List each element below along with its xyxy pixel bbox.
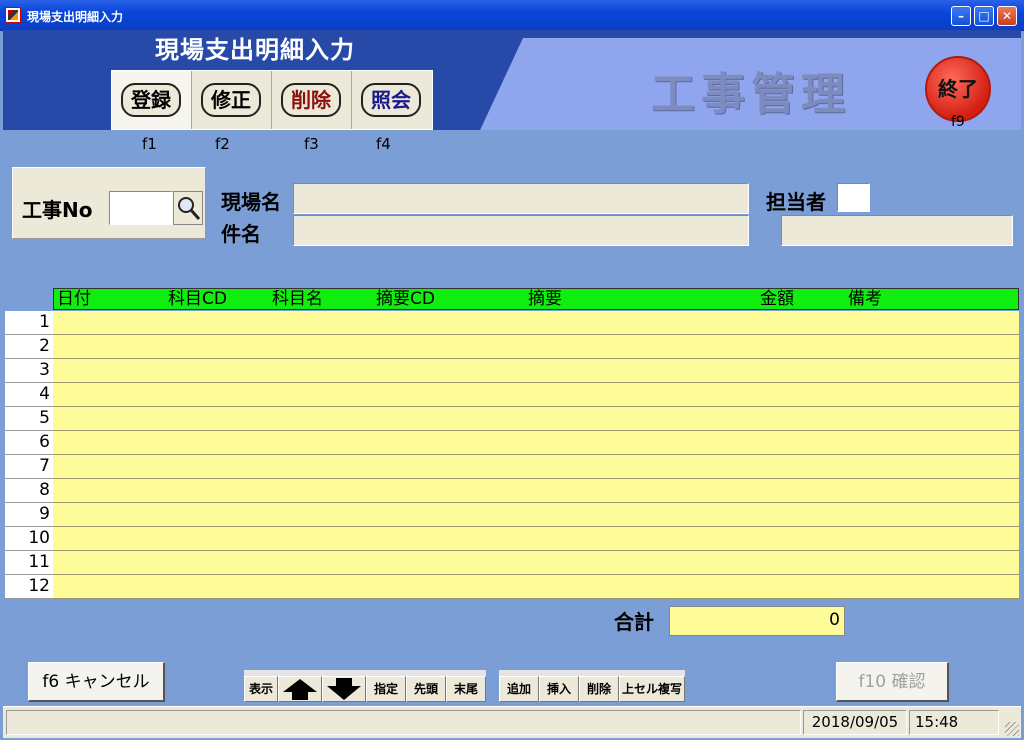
row-number: 9 xyxy=(5,503,53,527)
table-row[interactable] xyxy=(53,527,1019,551)
row-number: 11 xyxy=(5,551,53,575)
table-row[interactable] xyxy=(53,431,1019,455)
table-row[interactable] xyxy=(53,383,1019,407)
row-number: 6 xyxy=(5,431,53,455)
tanto-label: 担当者 xyxy=(766,190,826,214)
koji-no-panel: 工事No xyxy=(12,167,206,239)
inquiry-label: 照会 xyxy=(361,83,421,117)
search-icon xyxy=(178,197,201,220)
tanto-code-input[interactable] xyxy=(837,183,870,212)
row-number: 10 xyxy=(5,527,53,551)
close-button[interactable]: ✕ xyxy=(997,6,1017,26)
col-remarks: 備考 xyxy=(848,289,882,309)
modify-button[interactable]: 修正 xyxy=(192,71,272,129)
brand-logo-text: 工事管理 xyxy=(651,69,851,120)
move-down-button[interactable] xyxy=(322,676,366,702)
row-number: 5 xyxy=(5,407,53,431)
col-kamoku-name: 科目名 xyxy=(272,289,323,309)
kenmei-field xyxy=(293,215,749,246)
title-bar: 現場支出明細入力 – □ ✕ xyxy=(0,0,1024,31)
first-button[interactable]: 先頭 xyxy=(406,676,446,702)
fkey-f3: f3 xyxy=(304,135,319,153)
status-time: 15:48 xyxy=(909,710,999,735)
maximize-button[interactable]: □ xyxy=(974,6,994,26)
fkey-f9: f9 xyxy=(951,114,965,130)
move-up-button[interactable] xyxy=(278,676,322,702)
row-number: 4 xyxy=(5,383,53,407)
col-date: 日付 xyxy=(57,289,91,309)
genba-name-field xyxy=(293,183,749,214)
status-message-panel xyxy=(6,710,801,735)
row-number: 3 xyxy=(5,359,53,383)
table-row[interactable] xyxy=(53,503,1019,527)
arrow-up-icon xyxy=(283,679,317,700)
register-label: 登録 xyxy=(121,83,181,117)
insert-row-button[interactable]: 挿入 xyxy=(539,676,579,702)
table-row[interactable] xyxy=(53,335,1019,359)
status-date: 2018/09/05 xyxy=(803,710,907,735)
col-tekiyo-cd: 摘要CD xyxy=(376,289,435,309)
specify-button[interactable]: 指定 xyxy=(366,676,406,702)
row-number: 12 xyxy=(5,575,53,599)
navigation-toolbar: 表示 指定 先頭 末尾 xyxy=(244,670,486,702)
table-row[interactable] xyxy=(53,575,1019,599)
col-kamoku-cd: 科目CD xyxy=(168,289,227,309)
total-label: 合計 xyxy=(614,610,654,634)
grid-header: 日付 科目CD 科目名 摘要CD 摘要 金額 備考 xyxy=(53,288,1019,310)
col-amount: 金額 xyxy=(760,289,794,309)
minimize-button[interactable]: – xyxy=(951,6,971,26)
row-number: 2 xyxy=(5,335,53,359)
tanto-name-field xyxy=(781,215,1013,246)
confirm-button[interactable]: f10 確認 xyxy=(836,662,949,702)
copy-above-button[interactable]: 上セル複写 xyxy=(619,676,685,702)
delete-button[interactable]: 削除 xyxy=(272,71,352,129)
resize-grip[interactable] xyxy=(1005,722,1019,736)
register-button[interactable]: 登録 xyxy=(112,71,192,129)
koji-no-input[interactable] xyxy=(109,191,173,225)
last-button[interactable]: 末尾 xyxy=(446,676,486,702)
row-number: 1 xyxy=(5,311,53,335)
table-row[interactable] xyxy=(53,455,1019,479)
app-icon xyxy=(5,7,21,23)
page-title: 現場支出明細入力 xyxy=(155,36,355,64)
table-row[interactable] xyxy=(53,359,1019,383)
status-bar: 2018/09/05 15:48 xyxy=(3,706,1021,738)
header-band: 現場支出明細入力 登録 修正 削除 照会 工事管理 終了 xyxy=(3,30,1021,130)
row-number: 8 xyxy=(5,479,53,503)
application-window: 現場支出明細入力 – □ ✕ 現場支出明細入力 登録 修正 削除 照会 工事管理… xyxy=(0,0,1024,740)
modify-label: 修正 xyxy=(201,83,261,117)
table-row[interactable] xyxy=(53,311,1019,335)
main-toolbar: 登録 修正 削除 照会 xyxy=(111,70,433,130)
genba-label: 現場名 xyxy=(221,190,281,214)
col-tekiyo: 摘要 xyxy=(528,289,562,309)
kenmei-label: 件名 xyxy=(221,222,261,246)
row-number: 7 xyxy=(5,455,53,479)
cancel-button[interactable]: f6 キャンセル xyxy=(28,662,165,702)
add-row-button[interactable]: 追加 xyxy=(499,676,539,702)
fkey-f2: f2 xyxy=(215,135,230,153)
window-title: 現場支出明細入力 xyxy=(27,10,124,24)
row-edit-toolbar: 追加 挿入 削除 上セル複写 xyxy=(499,670,685,702)
total-amount-field: 0 xyxy=(669,606,845,636)
search-button[interactable] xyxy=(173,191,203,225)
table-row[interactable] xyxy=(53,479,1019,503)
fkey-f4: f4 xyxy=(376,135,391,153)
arrow-down-icon xyxy=(327,678,361,700)
fkey-f1: f1 xyxy=(142,135,157,153)
show-button[interactable]: 表示 xyxy=(244,676,278,702)
inquiry-button[interactable]: 照会 xyxy=(352,71,432,129)
table-row[interactable] xyxy=(53,407,1019,431)
table-row[interactable] xyxy=(53,551,1019,575)
delete-row-button[interactable]: 削除 xyxy=(579,676,619,702)
delete-label: 削除 xyxy=(281,83,341,117)
exit-button[interactable]: 終了 xyxy=(925,56,991,122)
koji-no-label: 工事No xyxy=(22,198,93,222)
